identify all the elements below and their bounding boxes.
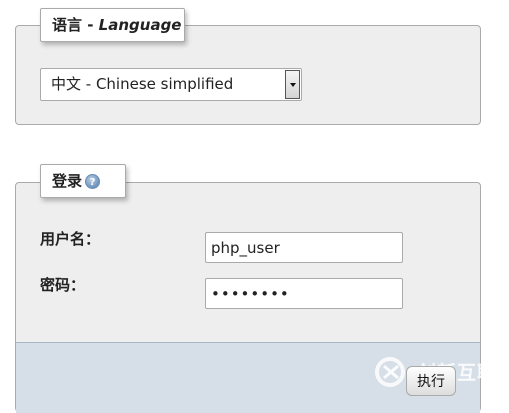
submit-button[interactable]: 执行 xyxy=(406,366,456,396)
login-legend-text: 登录 xyxy=(52,172,83,190)
username-label: 用户名： xyxy=(40,230,101,248)
language-legend-cn: 语言 - xyxy=(52,16,99,34)
help-icon[interactable]: ? xyxy=(85,174,101,189)
chevron-down-icon[interactable] xyxy=(285,70,300,99)
login-legend: 登录? xyxy=(40,164,126,198)
password-input[interactable] xyxy=(205,278,403,309)
language-select[interactable]: 中文 - Chinese simplified xyxy=(40,68,302,101)
language-select-value: 中文 - Chinese simplified xyxy=(51,75,234,93)
password-label: 密码： xyxy=(40,276,86,294)
language-legend-en: Language xyxy=(98,16,182,34)
username-input[interactable] xyxy=(205,232,403,263)
language-legend: 语言 - Language xyxy=(40,8,185,42)
